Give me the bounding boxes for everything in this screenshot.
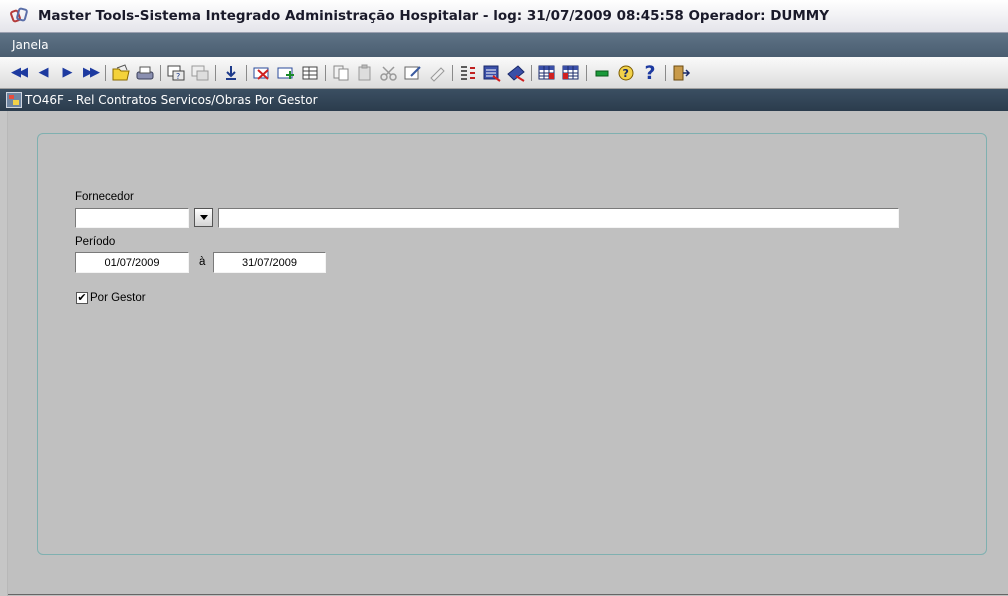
form-title-bar: TO46F - Rel Contratos Servicos/Obras Por… bbox=[0, 89, 1008, 111]
periodo-separator: à bbox=[199, 256, 206, 268]
fornecedor-label: Fornecedor bbox=[75, 191, 134, 203]
list-values-icon[interactable] bbox=[456, 61, 480, 85]
menu-janela[interactable]: Janela bbox=[12, 38, 49, 52]
svg-text:?: ? bbox=[623, 67, 629, 80]
last-record-icon[interactable]: ▶▶ bbox=[78, 61, 102, 85]
open-folder-icon[interactable] bbox=[109, 61, 133, 85]
chevron-down-icon bbox=[199, 215, 208, 220]
form-icon bbox=[6, 92, 22, 108]
form-panel bbox=[37, 133, 987, 555]
periodo-end-input[interactable]: 31/07/2009 bbox=[213, 252, 326, 273]
fornecedor-name-input[interactable] bbox=[218, 208, 899, 228]
download-icon[interactable] bbox=[219, 61, 243, 85]
cut-icon[interactable] bbox=[377, 61, 401, 85]
periodo-label: Período bbox=[75, 236, 116, 248]
previous-record-icon[interactable]: ◀ bbox=[30, 61, 54, 85]
grid-icon[interactable] bbox=[535, 61, 559, 85]
form-title: TO46F - Rel Contratos Servicos/Obras Por… bbox=[25, 93, 318, 107]
minimize-icon[interactable] bbox=[590, 61, 614, 85]
query-icon[interactable]: ? bbox=[164, 61, 188, 85]
display-list-icon[interactable] bbox=[480, 61, 504, 85]
delete-record-icon[interactable] bbox=[250, 61, 274, 85]
bottom-divider bbox=[8, 594, 1008, 595]
toolbar-separator bbox=[246, 64, 247, 81]
toolbar-separator bbox=[105, 64, 106, 81]
svg-text:?: ? bbox=[176, 72, 180, 81]
por-gestor-label[interactable]: Por Gestor bbox=[90, 292, 146, 304]
first-record-icon[interactable]: ◀◀ bbox=[6, 61, 30, 85]
clear-icon[interactable] bbox=[425, 61, 449, 85]
toolbar-separator bbox=[586, 64, 587, 81]
exit-icon[interactable] bbox=[669, 61, 693, 85]
print-icon[interactable] bbox=[133, 61, 157, 85]
insert-record-icon[interactable] bbox=[274, 61, 298, 85]
checkmark-icon: ✔ bbox=[77, 291, 87, 304]
window-title-bar: Master Tools-Sistema Integrado Administr… bbox=[0, 0, 1008, 33]
toolbar-separator bbox=[215, 64, 216, 81]
app-logo-icon bbox=[9, 6, 30, 26]
fornecedor-dropdown-button[interactable] bbox=[194, 208, 213, 227]
canvas-left-edge bbox=[0, 111, 8, 596]
paste-icon[interactable] bbox=[353, 61, 377, 85]
periodo-start-input[interactable]: 01/07/2009 bbox=[75, 252, 189, 273]
toolbar: ◀◀ ◀ ▶ ▶▶ ? ? ? bbox=[0, 57, 1008, 89]
help-icon[interactable]: ? bbox=[614, 61, 638, 85]
toolbar-separator bbox=[325, 64, 326, 81]
menu-bar: Janela bbox=[0, 33, 1008, 57]
toolbar-separator bbox=[665, 64, 666, 81]
question-icon[interactable]: ? bbox=[638, 61, 662, 85]
toolbar-separator bbox=[160, 64, 161, 81]
por-gestor-checkbox[interactable]: ✔ bbox=[76, 292, 88, 304]
toolbar-separator bbox=[531, 64, 532, 81]
duplicate-record-icon[interactable] bbox=[298, 61, 322, 85]
execute-query-icon[interactable] bbox=[188, 61, 212, 85]
copy-icon[interactable] bbox=[329, 61, 353, 85]
window-title: Master Tools-Sistema Integrado Administr… bbox=[38, 8, 830, 24]
clear-field-icon[interactable] bbox=[504, 61, 528, 85]
toolbar-separator bbox=[452, 64, 453, 81]
fornecedor-code-input[interactable] bbox=[75, 208, 189, 228]
next-record-icon[interactable]: ▶ bbox=[54, 61, 78, 85]
edit-icon[interactable] bbox=[401, 61, 425, 85]
grid-alt-icon[interactable] bbox=[559, 61, 583, 85]
